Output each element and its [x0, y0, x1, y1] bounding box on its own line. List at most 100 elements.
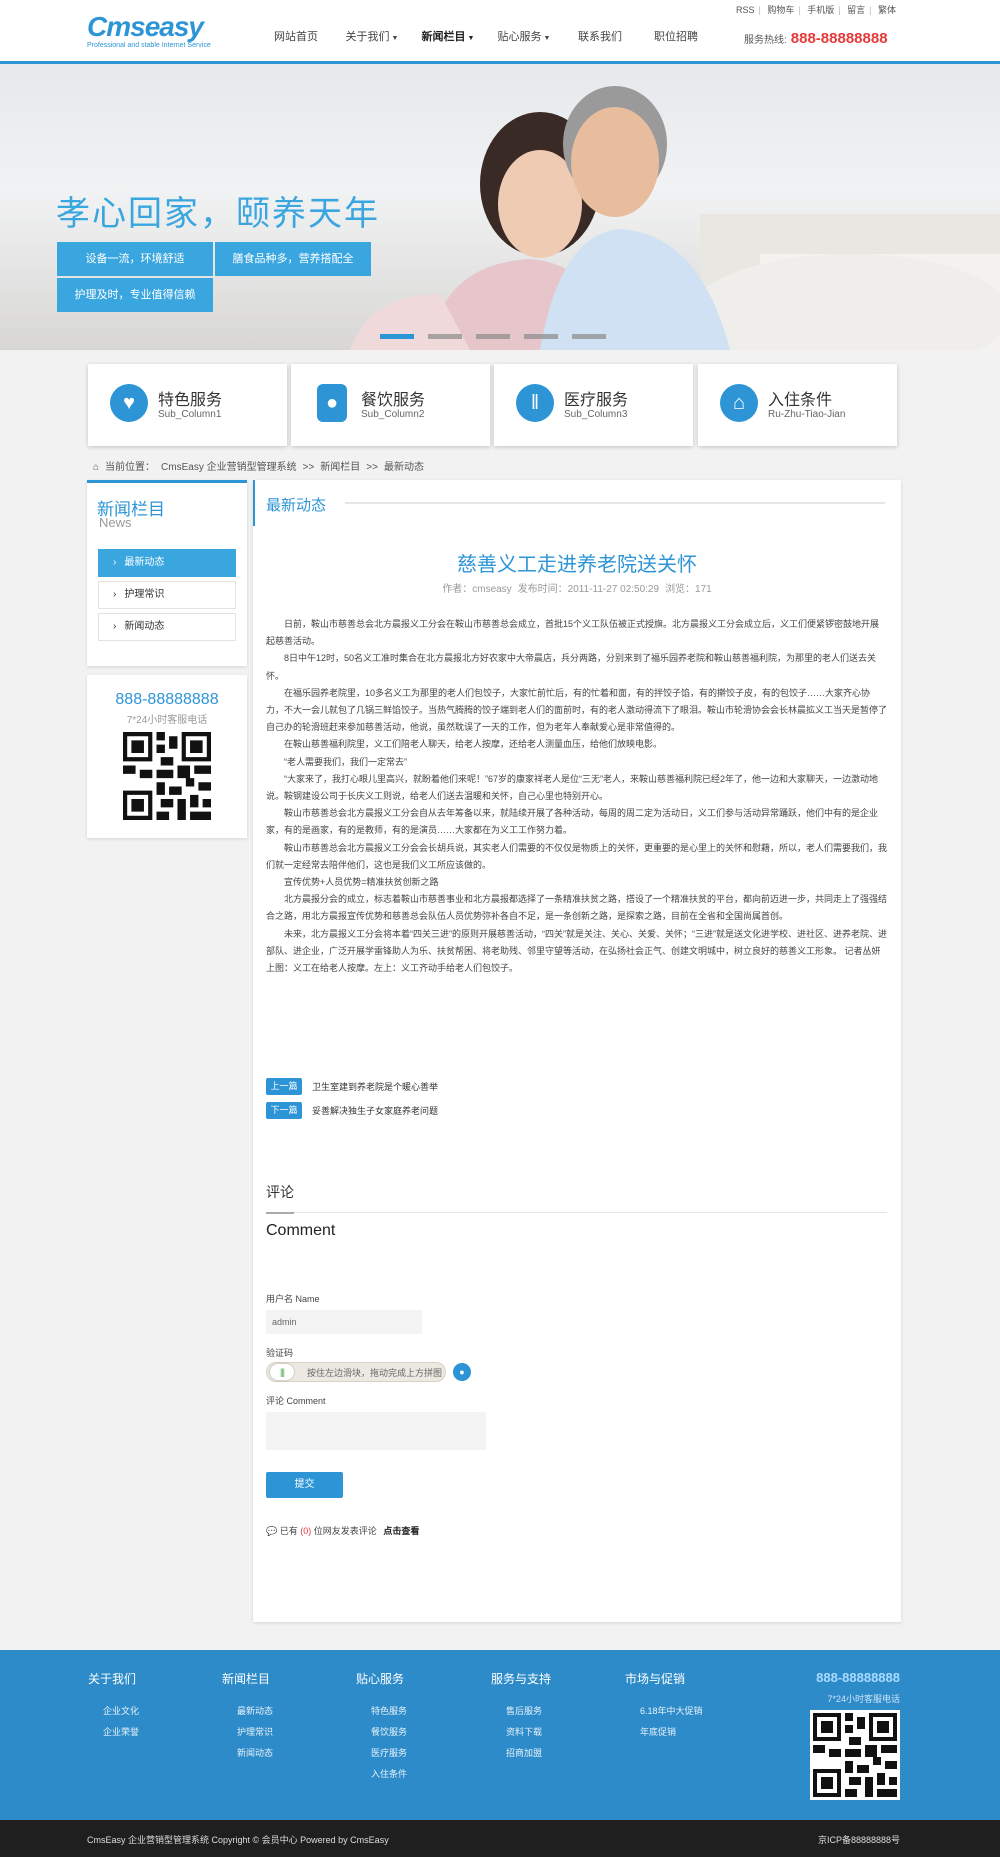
- prev-article-title[interactable]: 卫生室建到养老院是个暖心善举: [312, 1080, 438, 1093]
- home-icon: ⌂: [93, 462, 100, 473]
- next-article[interactable]: 下一篇 妥善解决独生子女家庭养老问题: [266, 1102, 438, 1119]
- footer-column-title[interactable]: 贴心服务: [356, 1670, 476, 1687]
- caret-down-icon: ▼: [391, 35, 399, 42]
- captcha-label: 验证码: [266, 1348, 294, 1358]
- banner-title: 孝心回家，颐养天年: [56, 195, 380, 233]
- breadcrumb-latest[interactable]: 最新动态: [384, 462, 424, 473]
- footer-link[interactable]: 新闻动态: [222, 1743, 342, 1764]
- footer-column-about: 关于我们 企业文化 企业荣誉: [88, 1670, 208, 1743]
- banner-dot-4[interactable]: [524, 334, 558, 339]
- footer-link[interactable]: 护理常识: [222, 1722, 342, 1743]
- breadcrumb: ⌂ 当前位置： CmsEasy 企业营销型管理系统 >> 新闻栏目 >> 最新动态: [93, 462, 424, 473]
- footer-column-title[interactable]: 市场与促销: [625, 1670, 745, 1687]
- nav-service[interactable]: 贴心服务 ▼: [486, 30, 562, 50]
- footer-link[interactable]: 资料下载: [491, 1722, 611, 1743]
- sidebar-item-latest[interactable]: › 最新动态: [98, 549, 236, 577]
- top-links: RSS | 购物车 | 手机版 | 留言 | 繁体: [732, 3, 900, 16]
- footer-link[interactable]: 最新动态: [222, 1701, 342, 1722]
- nav-jobs[interactable]: 职位招聘: [638, 30, 714, 50]
- top-link-cart[interactable]: 购物车: [763, 5, 798, 15]
- submit-button[interactable]: 提交: [266, 1472, 343, 1498]
- captcha-slider[interactable]: ||| 按住左边滑块，拖动完成上方拼图: [266, 1362, 446, 1382]
- footer-link[interactable]: 年底促销: [625, 1722, 745, 1743]
- comment-bubble-icon: 💬: [266, 1526, 278, 1536]
- slider-handle-icon[interactable]: |||: [270, 1364, 294, 1380]
- service-title: 医疗服务: [564, 392, 629, 409]
- sidebar-subtitle: News: [99, 515, 132, 530]
- footer-link[interactable]: 医疗服务: [356, 1743, 476, 1764]
- article-title: 慈善义工走进养老院送关怀: [457, 554, 697, 576]
- chevron-right-icon: ›: [113, 589, 117, 600]
- hotline: 服务热线: 888-88888888: [744, 30, 888, 47]
- breadcrumb-site[interactable]: CmsEasy 企业营销型管理系统: [161, 462, 297, 473]
- icp-number[interactable]: 京ICP备88888888号: [818, 1833, 900, 1846]
- service-card-dining[interactable]: ● 餐饮服务 Sub_Column2: [291, 364, 490, 446]
- footer-link[interactable]: 招商加盟: [491, 1743, 611, 1764]
- nav-home[interactable]: 网站首页: [258, 30, 334, 50]
- username-label: 用户名 Name: [266, 1294, 320, 1304]
- footer-link[interactable]: 6.18年中大促销: [625, 1701, 745, 1722]
- banner-dot-5[interactable]: [572, 334, 606, 339]
- banner-pagination: [380, 334, 620, 339]
- prev-article[interactable]: 上一篇 卫生室建到养老院是个暖心善举: [266, 1078, 438, 1095]
- contact-label: 7*24小时客服电话: [126, 715, 208, 726]
- article-paragraph: 在鞍山慈善福利院里，义工们陪老人聊天，给老人按摩，还给老人测量血压，给他们放映电…: [284, 739, 663, 750]
- footer-link[interactable]: 特色服务: [356, 1701, 476, 1722]
- next-article-title[interactable]: 妥善解决独生子女家庭养老问题: [312, 1104, 438, 1117]
- service-card-admission[interactable]: ⌂ 入住条件 Ru-Zhu-Tiao-Jian: [698, 364, 897, 446]
- main-nav: 网站首页 关于我们 ▼ 新闻栏目 ▼ 贴心服务 ▼ 联系我们 职位招聘: [258, 30, 714, 50]
- chevron-right-icon: ›: [113, 621, 117, 632]
- article-paragraph: 鞍山市慈善总会北方晨报义工分会自从去年筹备以来，就陆续开展了各种活动，每周的周二…: [266, 808, 879, 836]
- article-meta: 作者：cmseasy 发布时间：2011-11-27 02:50:29 浏览：171: [253, 580, 901, 595]
- banner-dot-2[interactable]: [428, 334, 462, 339]
- service-card-features[interactable]: ♥ 特色服务 Sub_Column1: [88, 364, 287, 446]
- footer-column-title[interactable]: 新闻栏目: [222, 1670, 342, 1687]
- site-footer: 关于我们 企业文化 企业荣誉 新闻栏目 最新动态 护理常识 新闻动态 贴心服务 …: [0, 1650, 1000, 1820]
- site-header: Cmseasy Professional and stable Internet…: [0, 0, 1000, 64]
- banner-dot-3[interactable]: [476, 334, 510, 339]
- hotline-number: 888-88888888: [790, 30, 888, 47]
- hero-banner[interactable]: 孝心回家，颐养天年 设备一流，环境舒适 膳食品种多，营养搭配全 护理及时，专业值…: [0, 64, 1000, 350]
- article-paragraph: 日前，鞍山市慈善总会北方晨报义工分会在鞍山市慈善总会成立，首批15个义工队伍被正…: [266, 619, 880, 647]
- cutlery-icon: ‖: [516, 384, 554, 422]
- banner-feature-2: 膳食品种多，营养搭配全: [215, 242, 371, 276]
- top-link-traditional[interactable]: 繁体: [874, 5, 900, 15]
- article-paragraph: 北方晨报分会的成立，标志着鞍山市慈善事业和北方晨报都选择了一条精准扶贫之路，搭设…: [266, 894, 888, 922]
- caret-down-icon: ▼: [543, 35, 551, 42]
- footer-column-title[interactable]: 服务与支持: [491, 1670, 611, 1687]
- copyright-bar: CmsEasy 企业营销型管理系统 Copyright © 会员中心 Power…: [0, 1820, 1000, 1857]
- footer-column-service: 贴心服务 特色服务 餐饮服务 医疗服务 入住条件: [356, 1670, 476, 1785]
- comment-divider: [266, 1212, 887, 1213]
- nav-contact[interactable]: 联系我们: [562, 30, 638, 50]
- comment-textarea[interactable]: [266, 1412, 486, 1450]
- article-author: 作者：cmseasy: [442, 584, 512, 595]
- sidebar-nav: 新闻栏目 News › 最新动态 › 护理常识 › 新闻动态: [87, 480, 247, 666]
- sidebar-item-care[interactable]: › 护理常识: [98, 581, 236, 609]
- service-sub: Ru-Zhu-Tiao-Jian: [768, 409, 846, 420]
- sidebar-item-news[interactable]: › 新闻动态: [98, 613, 236, 641]
- banner-feature-3: 护理及时，专业值得信赖: [57, 278, 213, 312]
- footer-column-title[interactable]: 关于我们: [88, 1670, 208, 1687]
- footer-link[interactable]: 入住条件: [356, 1764, 476, 1785]
- top-link-mobile[interactable]: 手机版: [803, 5, 838, 15]
- footer-link[interactable]: 企业荣誉: [88, 1722, 208, 1743]
- nav-news[interactable]: 新闻栏目 ▼: [410, 30, 486, 50]
- footer-link[interactable]: 售后服务: [491, 1701, 611, 1722]
- top-link-message[interactable]: 留言: [843, 5, 869, 15]
- top-link-rss[interactable]: RSS: [732, 5, 759, 15]
- site-logo[interactable]: Cmseasy Professional and stable Internet…: [87, 12, 242, 50]
- breadcrumb-news[interactable]: 新闻栏目: [320, 462, 360, 473]
- article-paragraph: 鞍山市慈善总会北方晨报义工分会会长胡兵说，其实老人们需要的不仅仅是物质上的关怀，…: [266, 842, 888, 870]
- view-comments-link[interactable]: 点击查看: [383, 1526, 419, 1536]
- service-card-medical[interactable]: ‖ 医疗服务 Sub_Column3: [494, 364, 693, 446]
- footer-link[interactable]: 餐饮服务: [356, 1722, 476, 1743]
- article-paragraph: “老人需要我们，我们一定常去”: [284, 756, 407, 767]
- footer-link[interactable]: 企业文化: [88, 1701, 208, 1722]
- service-sub: Sub_Column2: [361, 409, 425, 420]
- username-input[interactable]: admin: [266, 1310, 422, 1334]
- banner-dot-1[interactable]: [380, 334, 414, 339]
- article-time: 发布时间：2011-11-27 02:50:29: [517, 584, 660, 595]
- nav-about[interactable]: 关于我们 ▼: [334, 30, 410, 50]
- footer-phone: 888-88888888: [816, 1670, 900, 1685]
- prev-badge: 上一篇: [266, 1078, 302, 1095]
